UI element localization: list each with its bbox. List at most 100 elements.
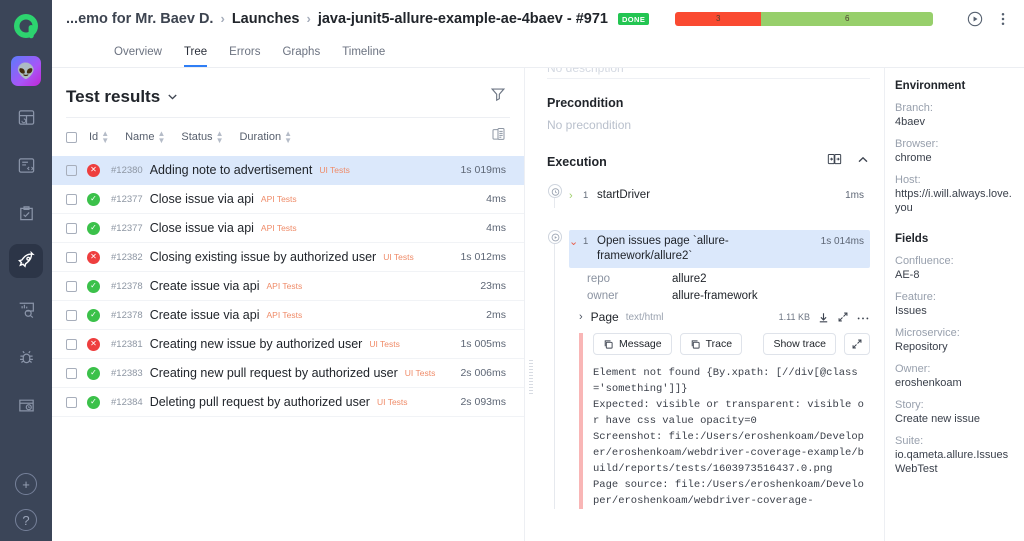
test-results-table-header: Id ▲▼ Name ▲▼ Status ▲▼ Duration ▲▼ <box>52 118 524 156</box>
page-title: Test results <box>66 87 160 107</box>
field-item: Story: Create new issue <box>895 398 1016 426</box>
column-header-status[interactable]: Status ▲▼ <box>181 130 223 145</box>
sidebar-item-test-cases[interactable] <box>9 148 43 182</box>
play-circle-icon <box>548 230 562 244</box>
table-row[interactable]: ✓ #12377 Close issue via api API Tests 4… <box>52 214 524 243</box>
sort-icon: ▲▼ <box>157 130 165 145</box>
sidebar-item-defects[interactable] <box>9 340 43 374</box>
sidebar-item-history[interactable] <box>9 388 43 422</box>
expand-arrows-icon <box>851 338 863 350</box>
row-tag: UI Tests <box>319 165 350 175</box>
show-trace-button[interactable]: Show trace <box>763 333 836 355</box>
row-duration: 4ms <box>486 222 506 234</box>
tab-tree[interactable]: Tree <box>184 46 207 67</box>
chevron-up-icon[interactable] <box>856 153 870 172</box>
question-glyph: ? <box>22 514 29 527</box>
allure-logo-icon[interactable] <box>8 8 44 44</box>
breadcrumb-project[interactable]: ...emo for Mr. Baev D. <box>66 11 213 27</box>
step-name: startDriver <box>597 188 650 203</box>
table-row[interactable]: ✓ #12378 Create issue via api API Tests … <box>52 301 524 330</box>
row-checkbox[interactable] <box>66 194 77 205</box>
param-value: allure2 <box>672 273 707 285</box>
download-icon[interactable] <box>817 311 830 324</box>
tab-errors[interactable]: Errors <box>229 46 260 67</box>
column-header-duration[interactable]: Duration ▲▼ <box>239 130 292 145</box>
avatar[interactable]: 👽 <box>11 56 41 86</box>
kebab-menu-icon[interactable] <box>996 11 1010 27</box>
sort-icon: ▲▼ <box>101 130 109 145</box>
column-header-name[interactable]: Name ▲▼ <box>125 130 165 145</box>
play-circle-icon[interactable] <box>966 10 984 28</box>
field-item: Confluence: AE-8 <box>895 254 1016 282</box>
table-row[interactable]: ✕ #12380 Adding note to advertisement UI… <box>52 156 524 185</box>
plus-circle-icon[interactable]: + <box>15 473 37 495</box>
compare-panels-icon[interactable] <box>827 152 842 172</box>
row-checkbox[interactable] <box>66 368 77 379</box>
chevron-down-icon[interactable] <box>166 90 179 103</box>
environment-item: Branch: 4baev <box>895 101 1016 129</box>
fullscreen-button[interactable] <box>844 333 870 355</box>
column-header-id[interactable]: Id ▲▼ <box>89 130 109 145</box>
table-row[interactable]: ✕ #12381 Creating new issue by authorize… <box>52 330 524 359</box>
row-checkbox[interactable] <box>66 252 77 263</box>
panel-resizer[interactable] <box>525 68 537 541</box>
attachment-mime: text/html <box>626 312 664 323</box>
sidebar-item-analytics[interactable] <box>9 292 43 326</box>
row-name: Adding note to advertisement <box>150 163 313 177</box>
error-toolbar: Message Trace <box>593 333 870 355</box>
table-row[interactable]: ✓ #12378 Create issue via api API Tests … <box>52 272 524 301</box>
row-name: Creating new issue by authorized user <box>150 337 363 351</box>
status-badge: ✕ <box>87 164 100 177</box>
copy-message-button[interactable]: Message <box>593 333 672 355</box>
select-all-checkbox[interactable] <box>66 132 77 143</box>
chevron-right-icon[interactable]: › <box>579 311 583 323</box>
columns-settings-icon[interactable] <box>491 127 506 147</box>
drag-handle-icon[interactable] <box>529 360 533 396</box>
app-root: 👽 <box>0 0 1024 541</box>
row-checkbox[interactable] <box>66 223 77 234</box>
meta-value: chrome <box>895 151 1016 165</box>
copy-icon <box>690 339 701 350</box>
status-badge: ✓ <box>87 309 100 322</box>
breadcrumb-launch[interactable]: java-junit5-allure-example-ae-4baev - #9… <box>318 11 608 27</box>
row-checkbox[interactable] <box>66 281 77 292</box>
table-row[interactable]: ✓ #12377 Close issue via api API Tests 4… <box>52 185 524 214</box>
launch-progress-bar[interactable]: 3 6 <box>675 12 933 26</box>
step-duration: 1ms <box>837 188 864 204</box>
question-circle-icon[interactable]: ? <box>15 509 37 531</box>
sidebar-item-test-plans[interactable] <box>9 196 43 230</box>
row-checkbox[interactable] <box>66 165 77 176</box>
sidebar-item-launches[interactable] <box>9 244 43 278</box>
row-checkbox[interactable] <box>66 339 77 350</box>
meta-key: Microservice: <box>895 326 1016 340</box>
row-duration: 2s 006ms <box>460 367 506 379</box>
chevron-down-icon[interactable]: ⌄ <box>569 234 583 250</box>
attachment-row[interactable]: › Page text/html 1.11 KB <box>579 310 870 324</box>
table-row[interactable]: ✕ #12382 Closing existing issue by autho… <box>52 243 524 272</box>
tab-graphs[interactable]: Graphs <box>282 46 320 67</box>
tab-timeline[interactable]: Timeline <box>342 46 385 67</box>
row-name: Close issue via api <box>150 192 254 206</box>
row-id: #12384 <box>111 397 143 408</box>
copy-trace-button[interactable]: Trace <box>680 333 742 355</box>
step-row-open-issues-page[interactable]: ⌄ 1 Open issues page `allure-framework/a… <box>569 230 870 268</box>
row-checkbox[interactable] <box>66 397 77 408</box>
avatar-emoji: 👽 <box>17 64 36 79</box>
row-checkbox[interactable] <box>66 310 77 321</box>
table-row[interactable]: ✓ #12384 Deleting pull request by author… <box>52 388 524 417</box>
row-tag: API Tests <box>261 223 297 233</box>
meta-key: Confluence: <box>895 254 1016 268</box>
sidebar-item-dashboard[interactable] <box>9 100 43 134</box>
filter-funnel-icon[interactable] <box>490 86 506 107</box>
tab-overview[interactable]: Overview <box>114 46 162 67</box>
breadcrumb-launches[interactable]: Launches <box>232 11 300 27</box>
test-body-step-group: ⌄ 1 Open issues page `allure-framework/a… <box>547 230 870 509</box>
chevron-right-icon[interactable]: › <box>569 188 583 204</box>
table-row[interactable]: ✓ #12383 Creating new pull request by au… <box>52 359 524 388</box>
row-id: #12382 <box>111 252 143 263</box>
expand-arrows-icon[interactable] <box>837 311 849 323</box>
step-row-start-driver[interactable]: › 1 startDriver 1ms <box>569 184 870 208</box>
ellipsis-icon[interactable] <box>856 311 870 323</box>
row-id: #12377 <box>111 194 143 205</box>
sort-icon: ▲▼ <box>284 130 292 145</box>
